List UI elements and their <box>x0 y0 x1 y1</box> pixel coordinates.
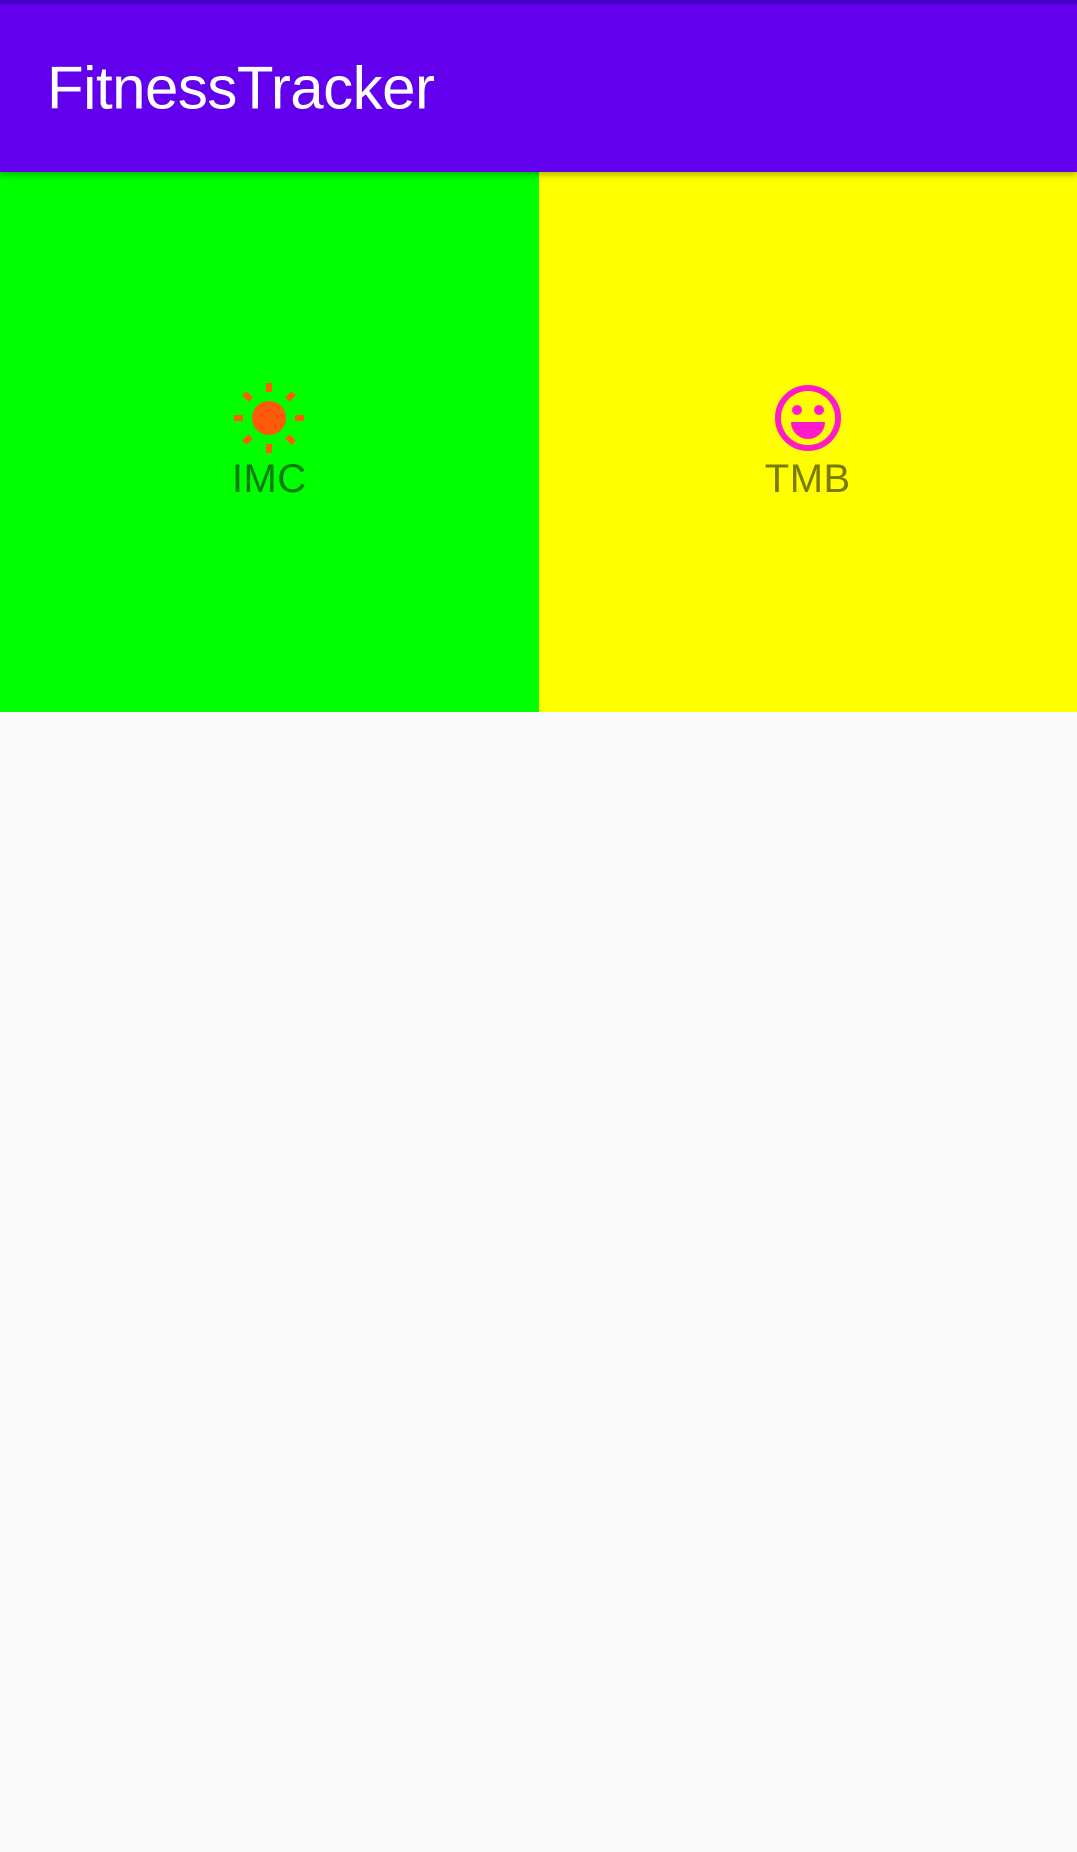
app-bar: FitnessTracker <box>0 4 1077 172</box>
smiley-face-icon <box>773 383 843 453</box>
tmb-tile[interactable]: TMB <box>538 172 1077 712</box>
menu-grid: IMC TMB <box>0 172 1077 712</box>
imc-label: IMC <box>231 456 307 501</box>
imc-tile[interactable]: IMC <box>0 172 539 712</box>
fitness-tracker-screen: FitnessTracker IMC TMB <box>0 0 1077 1852</box>
tmb-label: TMB <box>764 456 851 501</box>
sun-icon <box>234 382 305 453</box>
app-title: FitnessTracker <box>47 54 435 122</box>
